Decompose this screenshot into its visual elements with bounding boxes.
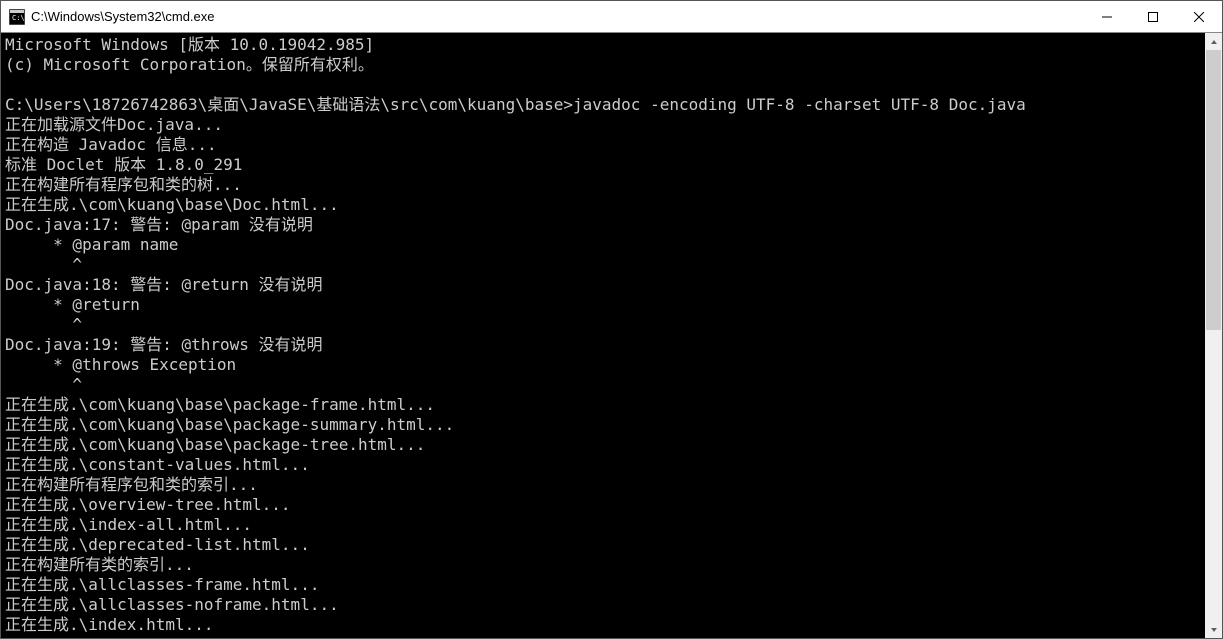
terminal-line: Doc.java:19: 警告: @throws 没有说明 bbox=[5, 335, 1201, 355]
terminal-line: ^ bbox=[5, 375, 1201, 395]
terminal-line: 正在构建所有程序包和类的索引... bbox=[5, 475, 1201, 495]
terminal-line: ^ bbox=[5, 315, 1201, 335]
terminal-line: 正在生成.\allclasses-noframe.html... bbox=[5, 595, 1201, 615]
window-controls bbox=[1084, 1, 1222, 32]
terminal-line: C:\Users\18726742863\桌面\JavaSE\基础语法\src\… bbox=[5, 95, 1201, 115]
scrollbar-thumb[interactable] bbox=[1206, 50, 1221, 330]
terminal-area[interactable]: Microsoft Windows [版本 10.0.19042.985](c)… bbox=[1, 33, 1222, 638]
maximize-button[interactable] bbox=[1130, 1, 1176, 32]
terminal-line: 正在生成.\deprecated-list.html... bbox=[5, 535, 1201, 555]
close-button[interactable] bbox=[1176, 1, 1222, 32]
cmd-window: C:\ C:\Windows\System32\cmd.exe Microsof… bbox=[0, 0, 1223, 639]
terminal-line: 正在生成.\index.html... bbox=[5, 615, 1201, 635]
scroll-down-arrow-icon[interactable] bbox=[1205, 621, 1222, 638]
terminal-line: 正在生成.\allclasses-frame.html... bbox=[5, 575, 1201, 595]
terminal-line bbox=[5, 75, 1201, 95]
terminal-line: 正在生成.\com\kuang\base\package-summary.htm… bbox=[5, 415, 1201, 435]
vertical-scrollbar[interactable] bbox=[1205, 33, 1222, 638]
terminal-line: * @throws Exception bbox=[5, 355, 1201, 375]
terminal-line: 正在生成.\com\kuang\base\package-tree.html..… bbox=[5, 435, 1201, 455]
terminal-line: 正在生成.\constant-values.html... bbox=[5, 455, 1201, 475]
terminal-line: 正在构造 Javadoc 信息... bbox=[5, 135, 1201, 155]
minimize-button[interactable] bbox=[1084, 1, 1130, 32]
svg-text:C:\: C:\ bbox=[12, 14, 25, 22]
terminal-line: * @return bbox=[5, 295, 1201, 315]
titlebar[interactable]: C:\ C:\Windows\System32\cmd.exe bbox=[1, 1, 1222, 33]
terminal-line: Doc.java:18: 警告: @return 没有说明 bbox=[5, 275, 1201, 295]
terminal-line: 正在生成.\com\kuang\base\package-frame.html.… bbox=[5, 395, 1201, 415]
terminal-line: 正在生成.\overview-tree.html... bbox=[5, 495, 1201, 515]
terminal-line: ^ bbox=[5, 255, 1201, 275]
scroll-up-arrow-icon[interactable] bbox=[1205, 33, 1222, 50]
terminal-line: 正在生成.\com\kuang\base\Doc.html... bbox=[5, 195, 1201, 215]
terminal-output: Microsoft Windows [版本 10.0.19042.985](c)… bbox=[1, 33, 1205, 638]
cmd-icon: C:\ bbox=[9, 9, 25, 25]
terminal-line: * @param name bbox=[5, 235, 1201, 255]
terminal-line: 正在生成.\index-all.html... bbox=[5, 515, 1201, 535]
terminal-line: Microsoft Windows [版本 10.0.19042.985] bbox=[5, 35, 1201, 55]
terminal-line: 标准 Doclet 版本 1.8.0_291 bbox=[5, 155, 1201, 175]
terminal-line: Doc.java:17: 警告: @param 没有说明 bbox=[5, 215, 1201, 235]
window-title: C:\Windows\System32\cmd.exe bbox=[31, 9, 1084, 24]
terminal-line: 正在加载源文件Doc.java... bbox=[5, 115, 1201, 135]
terminal-line: 正在构建所有程序包和类的树... bbox=[5, 175, 1201, 195]
terminal-line: 正在构建所有类的索引... bbox=[5, 555, 1201, 575]
terminal-line: (c) Microsoft Corporation。保留所有权利。 bbox=[5, 55, 1201, 75]
